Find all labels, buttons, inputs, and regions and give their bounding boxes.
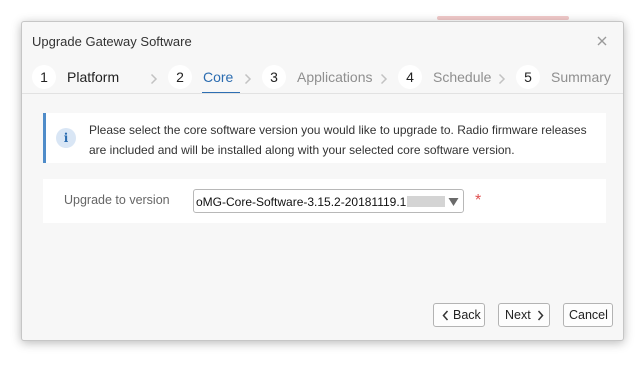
chevron-right-icon xyxy=(150,73,158,85)
close-icon[interactable] xyxy=(595,34,609,48)
redacted-text xyxy=(407,196,445,207)
version-label: Upgrade to version xyxy=(64,193,170,207)
back-label: Back xyxy=(453,308,481,322)
step-label: Schedule xyxy=(433,69,492,85)
wizard-steps: 1 Platform 2 Core 3 Applications 4 Sched… xyxy=(32,64,622,94)
version-form-row: Upgrade to version oMG-Core-Software-3.1… xyxy=(43,179,606,223)
step-label: Core xyxy=(203,69,234,85)
info-message: i Please select the core software versio… xyxy=(43,113,606,163)
step-label: Applications xyxy=(297,69,373,85)
background-page-text xyxy=(437,8,569,22)
dialog-title: Upgrade Gateway Software xyxy=(32,34,192,49)
cancel-button[interactable]: Cancel xyxy=(563,303,613,327)
back-button[interactable]: Back xyxy=(433,303,485,327)
step-number: 5 xyxy=(516,65,540,89)
chevron-left-icon xyxy=(442,310,449,321)
step-number: 4 xyxy=(398,65,422,89)
next-label: Next xyxy=(505,308,531,322)
version-select-value: oMG-Core-Software-3.15.2-20181119.1.p xyxy=(196,195,406,209)
chevron-right-icon xyxy=(380,73,388,85)
upgrade-dialog: Upgrade Gateway Software 1 Platform 2 Co… xyxy=(21,21,624,341)
chevron-right-icon xyxy=(244,73,252,85)
version-select[interactable]: oMG-Core-Software-3.15.2-20181119.1.p xyxy=(193,189,464,213)
caret-down-icon xyxy=(448,198,459,206)
required-indicator: * xyxy=(475,192,482,209)
step-number: 2 xyxy=(168,65,192,89)
info-icon: i xyxy=(56,128,76,148)
next-button[interactable]: Next xyxy=(498,303,550,327)
step-number: 1 xyxy=(32,65,56,89)
step-number: 3 xyxy=(262,65,286,89)
step-label: Summary xyxy=(551,69,611,85)
chevron-right-icon xyxy=(498,73,506,85)
cancel-label: Cancel xyxy=(569,308,608,322)
step-label: Platform xyxy=(67,69,120,85)
steps-divider xyxy=(22,93,623,94)
info-text: Please select the core software version … xyxy=(89,123,587,157)
chevron-right-icon xyxy=(537,310,544,321)
